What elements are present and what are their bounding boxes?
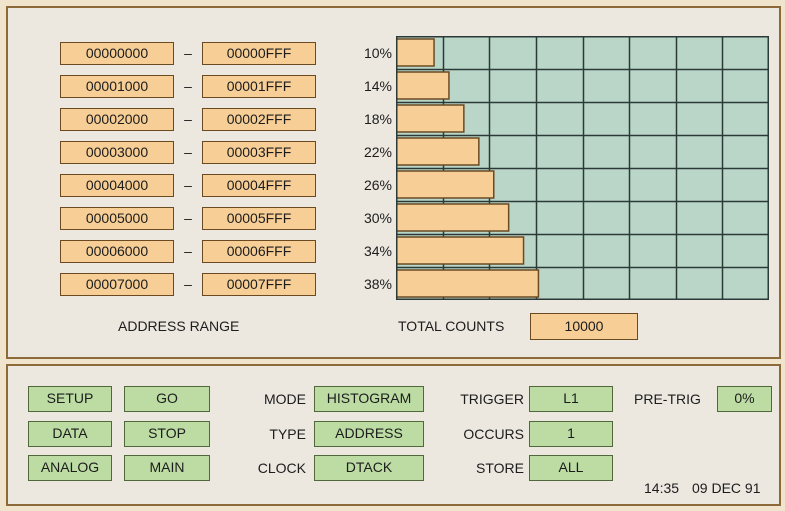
range-end-field[interactable]: 00007FFF <box>202 273 316 296</box>
pretrig-label: PRE-TRIG <box>634 391 701 407</box>
range-separator: – <box>184 177 192 193</box>
trigger-label: TRIGGER <box>460 391 524 407</box>
occurs-selector[interactable]: 1 <box>529 421 613 447</box>
range-end-field[interactable]: 00004FFF <box>202 174 316 197</box>
trigger-selector[interactable]: L1 <box>529 386 613 412</box>
range-separator: – <box>184 45 192 61</box>
range-end-field[interactable]: 00006FFF <box>202 240 316 263</box>
range-end-field[interactable]: 00005FFF <box>202 207 316 230</box>
mode-selector[interactable]: HISTOGRAM <box>314 386 424 412</box>
stop-button[interactable]: STOP <box>124 421 210 447</box>
histogram-bar <box>396 104 465 133</box>
range-separator: – <box>184 111 192 127</box>
histogram-bar <box>396 203 510 232</box>
range-percent: 34% <box>363 243 392 259</box>
histogram-bar <box>396 137 480 166</box>
type-selector[interactable]: ADDRESS <box>314 421 424 447</box>
clock-selector[interactable]: DTACK <box>314 455 424 481</box>
range-start-field[interactable]: 00006000 <box>60 240 174 263</box>
range-start-field[interactable]: 00007000 <box>60 273 174 296</box>
data-button[interactable]: DATA <box>28 421 112 447</box>
range-start-field[interactable]: 00002000 <box>60 108 174 131</box>
range-end-field[interactable]: 00002FFF <box>202 108 316 131</box>
type-label: TYPE <box>269 426 306 442</box>
range-percent: 30% <box>363 210 392 226</box>
total-counts-value: 10000 <box>530 313 638 340</box>
occurs-label: OCCURS <box>463 426 524 442</box>
pretrig-selector[interactable]: 0% <box>717 386 772 412</box>
clock-time: 14:35 <box>644 480 680 496</box>
setup-button[interactable]: SETUP <box>28 386 112 412</box>
range-separator: – <box>184 210 192 226</box>
range-end-field[interactable]: 00000FFF <box>202 42 316 65</box>
go-button[interactable]: GO <box>124 386 210 412</box>
range-start-field[interactable]: 00000000 <box>60 42 174 65</box>
histogram-bar <box>396 38 435 67</box>
histogram-bar <box>396 236 525 265</box>
range-start-field[interactable]: 00001000 <box>60 75 174 98</box>
range-separator: – <box>184 78 192 94</box>
control-panel: SETUP GO DATA STOP ANALOG MAIN MODE HIST… <box>6 364 781 506</box>
total-counts-label: TOTAL COUNTS <box>398 318 505 334</box>
clock-label: CLOCK <box>257 460 306 476</box>
range-separator: – <box>184 243 192 259</box>
address-range-label: ADDRESS RANGE <box>118 318 240 334</box>
range-percent: 26% <box>363 177 392 193</box>
analog-button[interactable]: ANALOG <box>28 455 112 481</box>
clock-date: 09 DEC 91 <box>692 480 761 496</box>
store-selector[interactable]: ALL <box>529 455 613 481</box>
range-percent: 18% <box>363 111 392 127</box>
mode-label: MODE <box>264 391 306 407</box>
range-percent: 38% <box>363 276 392 292</box>
range-percent: 14% <box>363 78 392 94</box>
range-start-field[interactable]: 00003000 <box>60 141 174 164</box>
range-percent: 10% <box>363 45 392 61</box>
histogram-bar <box>396 71 450 100</box>
main-button[interactable]: MAIN <box>124 455 210 481</box>
range-end-field[interactable]: 00003FFF <box>202 141 316 164</box>
range-start-field[interactable]: 00004000 <box>60 174 174 197</box>
store-label: STORE <box>476 460 524 476</box>
range-start-field[interactable]: 00005000 <box>60 207 174 230</box>
histogram-panel: 00000000 – 00000FFF 10% 00001000 – 00001… <box>6 6 781 359</box>
range-separator: – <box>184 144 192 160</box>
range-end-field[interactable]: 00001FFF <box>202 75 316 98</box>
histogram-bar <box>396 269 540 298</box>
range-percent: 22% <box>363 144 392 160</box>
histogram-bar <box>396 170 495 199</box>
range-separator: – <box>184 276 192 292</box>
histogram-grid <box>396 36 769 300</box>
